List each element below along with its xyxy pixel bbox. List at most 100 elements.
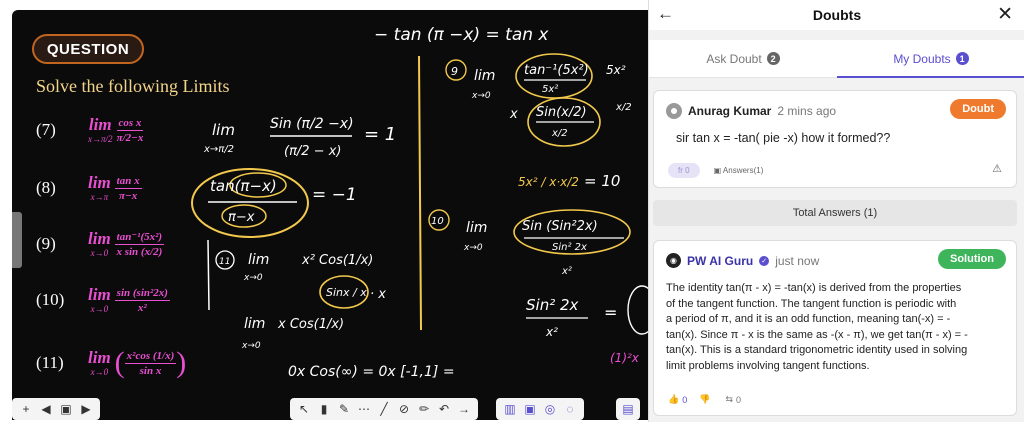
- total-answers-bar: Total Answers (1): [653, 200, 1017, 226]
- pen-icon[interactable]: ✎: [336, 401, 352, 417]
- undo-icon[interactable]: ↶: [436, 401, 452, 417]
- ink-result: = −1: [312, 185, 357, 205]
- pointer-icon[interactable]: ↖: [296, 401, 312, 417]
- add-page-icon[interactable]: +: [18, 401, 34, 417]
- redo-icon[interactable]: →: [456, 401, 472, 417]
- ink-numerator: tan⁻¹(5x²): [524, 63, 589, 78]
- like-button[interactable]: 👍 0: [668, 394, 687, 405]
- ink-lim: lim: [248, 252, 269, 268]
- ink-final: 0x Cos(∞) = 0x [-1,1] =: [288, 364, 455, 380]
- panel-header: ← Doubts ✕: [649, 0, 1024, 30]
- arrow-left-icon[interactable]: ←: [657, 4, 674, 24]
- tab-my-doubts[interactable]: My Doubts 1: [837, 40, 1024, 78]
- ink-lim-sub: x→0: [463, 243, 483, 253]
- doubt-badge: Doubt: [950, 99, 1006, 119]
- tab-count-badge: 2: [766, 52, 780, 65]
- ink-sin: Sin(x/2): [536, 105, 587, 120]
- dislike-button[interactable]: 👎: [699, 394, 713, 405]
- tab-label: Ask Doubt: [706, 51, 762, 66]
- ink-fraction: 5x² / x·x/2: [518, 175, 579, 189]
- eraser-icon[interactable]: ⊘: [396, 401, 412, 417]
- thumbs-down-icon: 👎: [699, 394, 711, 404]
- ink-label: 10: [431, 216, 444, 227]
- answer-time: just now: [775, 253, 820, 268]
- dotted-line-icon[interactable]: ⋯: [356, 401, 372, 417]
- ink-fraction: Sinx / x: [326, 286, 367, 299]
- ink-x-half: x/2: [615, 102, 632, 113]
- ink-lim: lim: [474, 68, 495, 84]
- page-controls: + ◀ ▣ ▶: [12, 398, 100, 420]
- interaction-tools: ▥ ▣ ◎ ◌: [496, 398, 584, 420]
- ink-result: = 1: [364, 124, 396, 145]
- ink-label: 9: [451, 65, 458, 78]
- doubt-card-footer: fr 0 ▣ Answers(1) ⚠: [668, 161, 1002, 179]
- tab-label: My Doubts: [893, 51, 951, 66]
- ink-sin-square-den: x²: [545, 325, 558, 339]
- ink-sin-square: Sin² 2x: [526, 296, 579, 314]
- ink-sin-den: x/2: [551, 128, 568, 139]
- doubt-card-header: Anurag Kumar 2 mins ago: [666, 103, 836, 119]
- ink-numerator: Sin (Sin²2x): [522, 219, 598, 234]
- ink-lim: lim: [466, 220, 487, 236]
- board-toolbar: + ◀ ▣ ▶ ↖ ▮ ✎ ⋯ ╱ ⊘ ✏ ↶ → ▥ ▣ ◎ ◌ ▤: [12, 396, 648, 422]
- page-thumbnail-icon[interactable]: ▣: [58, 401, 74, 417]
- gallery-icon[interactable]: ▤: [620, 401, 636, 417]
- ink-equals: =: [604, 303, 617, 322]
- doubt-card[interactable]: Anurag Kumar 2 mins ago Doubt sir tan x …: [653, 90, 1017, 188]
- board-side-handle[interactable]: [12, 212, 22, 268]
- close-icon[interactable]: ✕: [997, 3, 1013, 26]
- fr-button[interactable]: fr 0: [668, 162, 700, 178]
- pencil-icon[interactable]: ✏: [416, 401, 432, 417]
- ink-top-identity: − tan (π −x) = tan x: [374, 25, 549, 45]
- ink-denominator: π−x: [228, 210, 255, 225]
- doubt-bubble-icon[interactable]: ◌: [562, 401, 578, 417]
- lecture-board: QUESTION Solve the following Limits (7) …: [0, 0, 648, 422]
- previous-page-icon[interactable]: ◀: [38, 401, 54, 417]
- gallery-tools: ▤: [616, 398, 640, 420]
- line-icon[interactable]: ╱: [376, 401, 392, 417]
- answer-reactions: 👍 0 👎 ⇆ 0: [668, 394, 741, 405]
- ink-lim: lim: [212, 121, 235, 139]
- drawing-tools: ↖ ▮ ✎ ⋯ ╱ ⊘ ✏ ↶ →: [290, 398, 478, 420]
- ink-result: = 10: [584, 172, 620, 190]
- answer-card-header: ◉ PW AI Guru ✓ just now: [666, 253, 819, 268]
- ink-lim-sub: x→0: [471, 91, 491, 101]
- ink-numerator: Sin (π/2 −x): [270, 116, 354, 132]
- ink-denominator-2: x²: [561, 266, 572, 277]
- doubt-author: Anurag Kumar: [688, 104, 772, 118]
- chat-icon[interactable]: ▣: [522, 401, 538, 417]
- share-icon: ⇆: [725, 394, 733, 404]
- avatar: [666, 103, 682, 119]
- answers-link[interactable]: ▣ Answers(1): [714, 166, 764, 175]
- message-icon: ▣: [713, 165, 723, 175]
- handwriting-layer: − tan (π −x) = tan x lim x→π/2 Sin (π/2 …: [191, 25, 648, 380]
- ink-multiplier: 5x²: [606, 63, 626, 77]
- ink-multiplier: · x: [370, 287, 386, 302]
- poll-chart-icon[interactable]: ▥: [502, 401, 518, 417]
- ink-lim-sub: x→0: [241, 341, 261, 351]
- doubt-time: 2 mins ago: [777, 104, 837, 118]
- ink-lim-sub: x→0: [243, 273, 263, 283]
- ink-denominator: 5x²: [542, 84, 558, 95]
- blackboard: QUESTION Solve the following Limits (7) …: [12, 10, 648, 420]
- ink-expression: x² Cos(1/x): [301, 253, 373, 268]
- ink-numerator: tan(π−x): [210, 177, 277, 195]
- ink-lim: lim: [244, 316, 265, 332]
- solution-badge: Solution: [938, 249, 1006, 269]
- ink-label: 11: [219, 257, 230, 267]
- report-warning-icon[interactable]: ⚠: [992, 162, 1002, 175]
- share-button[interactable]: ⇆ 0: [725, 394, 741, 405]
- marker-icon[interactable]: ▮: [316, 401, 332, 417]
- tab-ask-doubt[interactable]: Ask Doubt 2: [649, 40, 837, 77]
- doubt-tabs: Ask Doubt 2 My Doubts 1: [649, 40, 1024, 78]
- verified-icon: ✓: [759, 255, 770, 266]
- answer-text: The identity tan(π - x) = -tan(x) is der…: [666, 282, 968, 372]
- next-page-icon[interactable]: ▶: [78, 401, 94, 417]
- panel-title: Doubts: [812, 7, 862, 23]
- 3d-view-icon[interactable]: ◎: [542, 401, 558, 417]
- ink-tail: (1)²x: [610, 351, 640, 365]
- ink-expression: x Cos(1/x): [277, 317, 344, 332]
- ink-lim-sub: x→π/2: [203, 144, 234, 155]
- doubts-panel: ← Doubts ✕ Ask Doubt 2 My Doubts 1 Anura…: [648, 0, 1024, 422]
- answer-card: ◉ PW AI Guru ✓ just now Solution The ide…: [653, 240, 1017, 416]
